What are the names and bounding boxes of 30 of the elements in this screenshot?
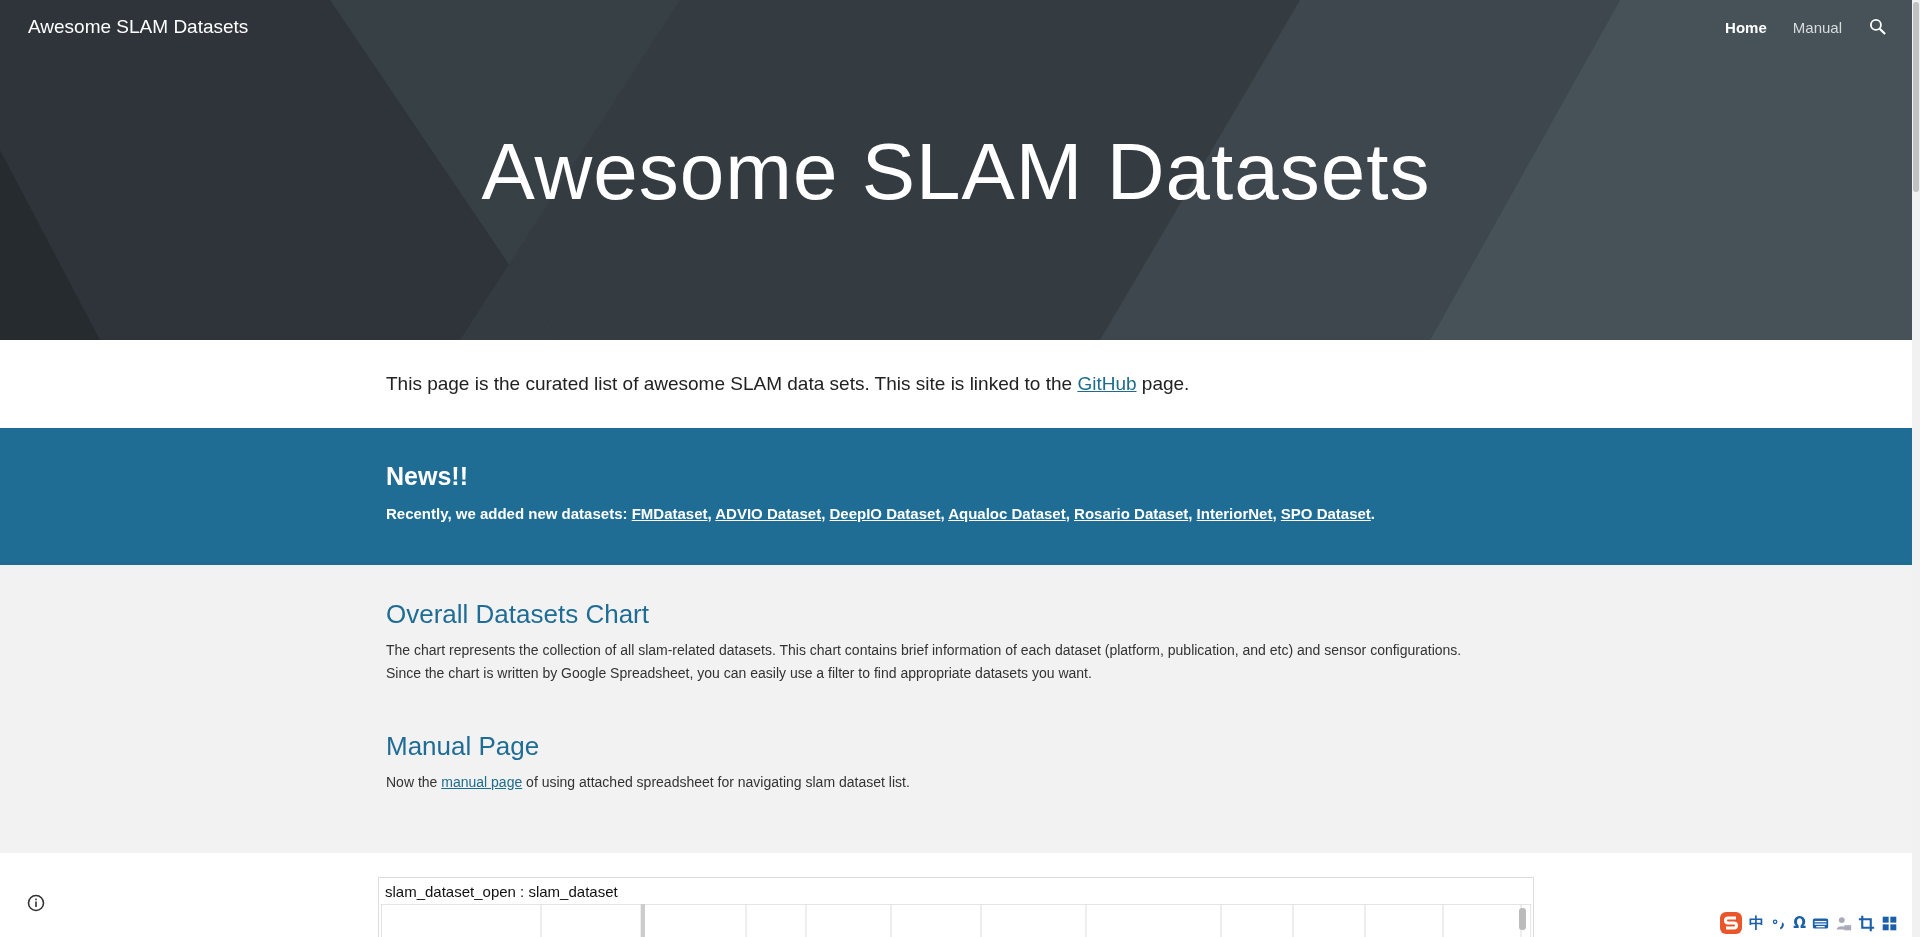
scrollbar[interactable] [1912,0,1920,937]
hero-title: Awesome SLAM Datasets [480,126,1432,218]
chart-description: Since the chart is written by Google Spreadsheet, you can easily use a filter to find appropriate datasets you want. [386,665,1093,681]
info-icon[interactable] [26,893,46,913]
site-title[interactable]: Awesome SLAM Datasets [28,16,249,38]
spreadsheet-title: slam_dataset_open : slam_dataset [384,882,619,902]
symbol-key[interactable]: Ω [1793,914,1806,932]
crop-icon[interactable] [1858,914,1875,932]
section-heading: Manual Page [386,731,541,762]
manual-text: Now the manual page of using attached spreadsheet for navigating slam dataset list. [386,774,911,790]
language-mode[interactable]: 中 [1749,913,1765,933]
search-icon[interactable] [1868,17,1888,37]
manual-link[interactable]: manual page [441,774,523,790]
dataset-link[interactable]: ADVIO Dataset [715,505,822,522]
nav-link[interactable]: Manual [1792,18,1842,36]
dataset-link[interactable]: InteriorNet [1196,505,1273,522]
dataset-link[interactable]: DeepIO Dataset [829,505,941,522]
chart-description: The chart represents the collection of all slam-related datasets. This chart contains brief information of each dataset (platform, publication, and etc) and sensor configurations. [386,642,1463,658]
dataset-link[interactable]: SPO Dataset [1280,505,1371,522]
dataset-link[interactable]: FMDataset [631,505,708,522]
s-logo-icon[interactable] [1719,911,1744,935]
news-text: Recently, we added new datasets: FMDataset, ADVIO Dataset, DeepIO Dataset, Aqualoc Dataset, Rosario Dataset, InteriorNet, SPO Dataset. [386,505,1376,522]
section-heading: Overall Datasets Chart [386,599,650,630]
dataset-link[interactable]: Aqualoc Dataset [948,505,1066,522]
grid-icon[interactable] [1881,914,1898,932]
nav-link[interactable]: Home [1725,18,1767,36]
dataset-link[interactable]: Rosario Dataset [1074,505,1189,522]
intro-text: This page is the curated list of awesome SLAM data sets. This site is linked to the GitHub page. [386,373,1191,395]
github-link[interactable]: GitHub [1077,373,1137,394]
news-heading: News!! [386,462,469,491]
